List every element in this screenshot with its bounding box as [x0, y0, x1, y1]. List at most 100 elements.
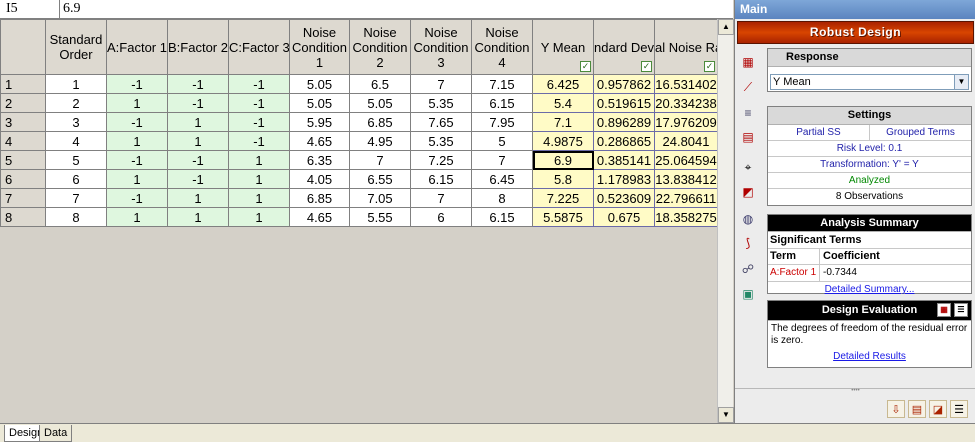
table-cell[interactable]: 4.9875: [532, 131, 594, 151]
response-select[interactable]: Y Mean ▼: [770, 74, 969, 90]
panel-resize-grip[interactable]: ••••: [735, 388, 975, 394]
table-cell[interactable]: 17.976209: [654, 112, 718, 132]
table-cell[interactable]: 4.65: [289, 207, 350, 227]
evaluation-list-icon[interactable]: ☰: [954, 303, 968, 317]
pdf-icon[interactable]: ▤: [908, 400, 926, 418]
table-cell[interactable]: 6.9: [532, 150, 594, 170]
table-cell[interactable]: 1: [106, 93, 168, 113]
table-cell[interactable]: 13.838412: [654, 169, 718, 189]
column-header[interactable]: Y Mean ✓: [532, 19, 594, 75]
column-header[interactable]: Standard Order: [45, 19, 107, 75]
table-cell[interactable]: -1: [228, 74, 290, 94]
grouped-terms-option[interactable]: Grouped Terms: [870, 125, 971, 140]
residual-plot-icon[interactable]: ◩: [739, 183, 757, 201]
table-cell[interactable]: 1: [228, 207, 290, 227]
column-header[interactable]: C:Factor 3: [228, 19, 290, 75]
target-icon[interactable]: ⌖: [739, 158, 757, 176]
table-cell[interactable]: 6.15: [410, 169, 472, 189]
table-cell[interactable]: 6.35: [289, 150, 350, 170]
table-cell[interactable]: 6: [410, 207, 472, 227]
export-icon[interactable]: ⇩: [887, 400, 905, 418]
table-cell[interactable]: 2: [45, 93, 107, 113]
table-cell[interactable]: 1: [167, 112, 229, 132]
table-cell[interactable]: 7.225: [532, 188, 594, 208]
table-cell[interactable]: 22.796611: [654, 188, 718, 208]
table-cell[interactable]: 0.523609: [593, 188, 655, 208]
table-cell[interactable]: 7.95: [471, 112, 533, 132]
table-cell[interactable]: 18.358275: [654, 207, 718, 227]
table-cell[interactable]: 0.385141: [593, 150, 655, 170]
column-header[interactable]: Noise Condition 1: [289, 19, 350, 75]
table-cell[interactable]: 6.15: [471, 207, 533, 227]
table-cell[interactable]: 7: [471, 150, 533, 170]
table-cell[interactable]: 1: [167, 131, 229, 151]
table-cell[interactable]: 6.425: [532, 74, 594, 94]
row-number-cell[interactable]: 4: [0, 131, 46, 151]
table-cell[interactable]: -1: [106, 74, 168, 94]
table-cell[interactable]: 0.896289: [593, 112, 655, 132]
table-cell[interactable]: 5.55: [349, 207, 411, 227]
pareto-icon[interactable]: ▤: [739, 128, 757, 146]
row-number-cell[interactable]: 1: [0, 74, 46, 94]
column-header[interactable]: A:Factor 1: [106, 19, 168, 75]
vertical-scrollbar[interactable]: ▲ ▼: [717, 19, 734, 423]
table-cell[interactable]: 6.85: [349, 112, 411, 132]
row-number-cell[interactable]: 5: [0, 150, 46, 170]
scroll-down-icon[interactable]: ▼: [718, 407, 734, 423]
optimize-icon[interactable]: ☍: [739, 260, 757, 278]
table-cell[interactable]: 5.5875: [532, 207, 594, 227]
scroll-up-icon[interactable]: ▲: [718, 19, 734, 35]
table-cell[interactable]: 4.95: [349, 131, 411, 151]
table-cell[interactable]: 4.65: [289, 131, 350, 151]
formula-input[interactable]: 6.9: [60, 0, 733, 19]
table-cell[interactable]: 6.45: [471, 169, 533, 189]
table-cell[interactable]: -1: [167, 93, 229, 113]
table-cell[interactable]: 24.8041: [654, 131, 718, 151]
table-cell[interactable]: 5: [471, 131, 533, 151]
table-cell[interactable]: -1: [228, 131, 290, 151]
table-cell[interactable]: 7.05: [349, 188, 411, 208]
table-cell[interactable]: 6.15: [471, 93, 533, 113]
table-cell[interactable]: 25.064594: [654, 150, 718, 170]
row-number-cell[interactable]: 6: [0, 169, 46, 189]
table-cell[interactable]: 7: [410, 188, 472, 208]
table-cell[interactable]: 7.1: [532, 112, 594, 132]
table-cell[interactable]: 5.05: [349, 93, 411, 113]
table-cell[interactable]: 1.178983: [593, 169, 655, 189]
table-cell[interactable]: -1: [228, 93, 290, 113]
table-cell[interactable]: 8: [45, 207, 107, 227]
table-cell[interactable]: 20.334238: [654, 93, 718, 113]
table-cell[interactable]: 1: [228, 150, 290, 170]
column-header[interactable]: Noise Condition 3: [410, 19, 472, 75]
table-cell[interactable]: 1: [167, 207, 229, 227]
table-cell[interactable]: 1: [106, 131, 168, 151]
table-cell[interactable]: -1: [228, 112, 290, 132]
table-cell[interactable]: 7: [45, 188, 107, 208]
checkbox-icon[interactable]: ✓: [580, 61, 591, 72]
table-cell[interactable]: 5: [45, 150, 107, 170]
row-number-cell[interactable]: 3: [0, 112, 46, 132]
table-cell[interactable]: -1: [167, 74, 229, 94]
table-cell[interactable]: 0.675: [593, 207, 655, 227]
table-cell[interactable]: 6.55: [349, 169, 411, 189]
worksheet-icon[interactable]: ▣: [739, 285, 757, 303]
chart-icon[interactable]: ≡: [739, 104, 757, 122]
table-cell[interactable]: 1: [228, 188, 290, 208]
table-cell[interactable]: 7.25: [410, 150, 472, 170]
table-cell[interactable]: 8: [471, 188, 533, 208]
checkbox-icon[interactable]: ✓: [641, 61, 652, 72]
table-cell[interactable]: 16.531402: [654, 74, 718, 94]
table-cell[interactable]: 7.65: [410, 112, 472, 132]
transformation-setting[interactable]: Transformation: Y' = Y: [768, 157, 971, 173]
checkbox-icon[interactable]: ✓: [704, 61, 715, 72]
table-cell[interactable]: 5.05: [289, 93, 350, 113]
table-cell[interactable]: 7: [349, 150, 411, 170]
table-cell[interactable]: 0.519615: [593, 93, 655, 113]
line-plot-icon[interactable]: ⟆: [739, 234, 757, 252]
chevron-down-icon[interactable]: ▼: [954, 75, 968, 89]
table-cell[interactable]: 6.85: [289, 188, 350, 208]
evaluation-graph-icon[interactable]: ▦: [937, 303, 951, 317]
table-cell[interactable]: 5.05: [289, 74, 350, 94]
column-header[interactable]: Noise Condition 4: [471, 19, 533, 75]
table-cell[interactable]: 1: [106, 169, 168, 189]
